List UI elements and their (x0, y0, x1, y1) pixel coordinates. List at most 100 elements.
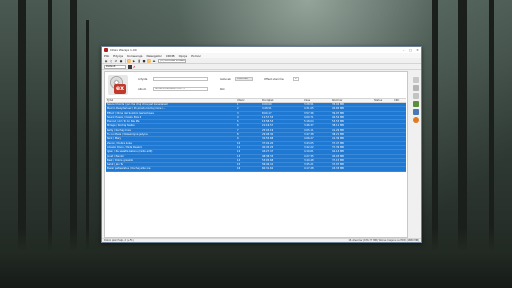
cd-extract-icon[interactable]: ◉ (104, 59, 108, 63)
rewind-icon[interactable]: ⏪ (127, 59, 131, 63)
col-title[interactable]: Tytuł (106, 99, 236, 102)
album-label: Album (138, 88, 147, 91)
eject-icon[interactable]: ⏏ (152, 59, 156, 63)
col-start[interactable]: Początek (261, 99, 303, 102)
side-tag-icon[interactable] (412, 101, 419, 107)
table-cell (393, 137, 406, 140)
table-cell: 40:45.25 (262, 145, 274, 149)
menu-edycja[interactable]: Edycja (113, 54, 123, 58)
table-cell: 4:00.71 (304, 115, 314, 119)
convert-icon[interactable]: ⇄ (114, 59, 118, 63)
table-cell: 4:10.61 (304, 150, 314, 154)
genre-label: Gatunek (220, 78, 232, 81)
table-cell: 5:18.04 (304, 120, 314, 124)
table-cell: 12 (237, 150, 241, 154)
toolbar-separator (125, 58, 126, 63)
album-field[interactable]: Some Artist/Album vol. 1 (153, 87, 208, 91)
table-cell: 4:05.11 (304, 128, 314, 132)
table-cell: 43.33 MB (332, 167, 344, 171)
menu-pomoc[interactable]: Pomoc (191, 54, 201, 58)
side-convert-icon[interactable] (412, 109, 419, 115)
table-cell (373, 112, 393, 115)
table-cell (393, 159, 406, 162)
table-cell: 56:46.41 (262, 163, 274, 167)
app-icon (104, 48, 108, 52)
save-icon[interactable] (128, 64, 132, 69)
table-cell (373, 142, 393, 145)
cancel-icon[interactable]: ✗ (133, 65, 136, 69)
table-cell: 3:46.37 (304, 124, 314, 128)
table-cell: 45.65 MB (332, 107, 344, 111)
table-cell: 41.39 MB (332, 137, 344, 141)
col-size[interactable]: Rozmiar (331, 99, 373, 102)
table-cell (373, 150, 393, 153)
table-cell: 48:38.33 (262, 154, 274, 158)
genre-select[interactable]: Unknown (235, 77, 253, 81)
table-cell: 4:27.35 (304, 154, 314, 158)
table-cell: 3:57.36 (304, 111, 314, 115)
ex-badge-icon: ex (114, 84, 126, 94)
menu-plik[interactable]: Plik (104, 54, 109, 58)
side-info-icon[interactable] (412, 77, 419, 83)
table-cell: Space Chords / Jer che chuj chce jest ka… (107, 103, 169, 106)
col-track[interactable]: Utwór (236, 99, 261, 102)
drive-select[interactable]: (H:) DVD-RW DriveXYZ (158, 58, 186, 63)
table-cell (373, 129, 393, 132)
side-config-icon[interactable] (412, 85, 419, 91)
table-cell: 3:47.38 (304, 133, 314, 137)
play-icon[interactable]: ▶ (132, 59, 136, 63)
mp3-icon[interactable]: ♫ (109, 59, 113, 63)
table-cell: 3:45.21 (304, 163, 314, 167)
table-cell: 0:00:00 (262, 103, 272, 106)
table-cell: 45.03 MB (332, 154, 344, 158)
table-cell: 11:57.53 (262, 115, 274, 119)
table-row[interactable]: Buzer patiseratus / Kochaj albo nie 16 60:… (106, 167, 406, 172)
col-time[interactable]: Czas (303, 99, 331, 102)
table-cell: 7 (237, 128, 239, 132)
main-panel: ex Artysta Album Some Artist/Album vol. … (104, 71, 408, 238)
menu-opcje[interactable]: Opcje (179, 54, 188, 58)
close-button[interactable]: ✕ (414, 47, 421, 53)
record-icon[interactable]: ● (119, 59, 123, 63)
table-cell: Joust / Pandor (107, 154, 125, 158)
profile-select[interactable]: Default (104, 64, 126, 69)
table-cell: 40.52 MB (332, 115, 344, 119)
table-cell: 3:40.48 (304, 158, 314, 162)
forward-icon[interactable]: ⏩ (147, 59, 151, 63)
window-title: CDex Wersja 1.00 (110, 48, 137, 52)
table-cell: 53:05.68 (262, 158, 274, 162)
table-cell (373, 120, 393, 123)
table-cell: 2 (237, 107, 239, 111)
table-cell: 10 (237, 141, 241, 145)
table-cell (393, 146, 406, 149)
maximize-button[interactable]: □ (407, 47, 414, 53)
table-cell: Amazio Disco / Pada Deszcz (107, 145, 142, 149)
table-cell (393, 107, 406, 110)
pause-icon[interactable]: ❚ (137, 59, 141, 63)
table-cell: 3:42.22 (304, 145, 314, 149)
table-cell: 5 (237, 120, 239, 124)
menu-cddb[interactable]: CDDB (166, 54, 175, 58)
table-cell (373, 146, 393, 149)
offset-field[interactable]: 0 (293, 77, 299, 81)
side-toolbar (411, 77, 420, 217)
side-help-icon[interactable] (412, 117, 419, 123)
table-cell: 1 (237, 103, 239, 106)
table-cell: Elwood / Am To Co Nie Ma (107, 120, 140, 124)
stop-icon[interactable]: ■ (142, 59, 146, 63)
artist-field[interactable] (153, 77, 208, 81)
col-status[interactable]: Status (373, 99, 393, 102)
cdex-logo: ex (108, 75, 128, 95)
menu-konwersja[interactable]: Konwersja (127, 54, 142, 58)
minimize-button[interactable]: – (400, 47, 407, 53)
table-cell: 4:06.27 (304, 137, 314, 141)
side-cddb-icon[interactable] (412, 93, 419, 99)
col-crc[interactable]: CRC (393, 99, 406, 102)
table-cell (393, 116, 406, 119)
table-cell: 39.97 MB (332, 111, 344, 115)
table-cell (393, 103, 406, 106)
menu-nawigator[interactable]: Nawigator (146, 54, 161, 58)
table-cell (373, 124, 393, 127)
table-cell (393, 163, 406, 166)
table-cell: 21:16.57 (262, 124, 274, 128)
